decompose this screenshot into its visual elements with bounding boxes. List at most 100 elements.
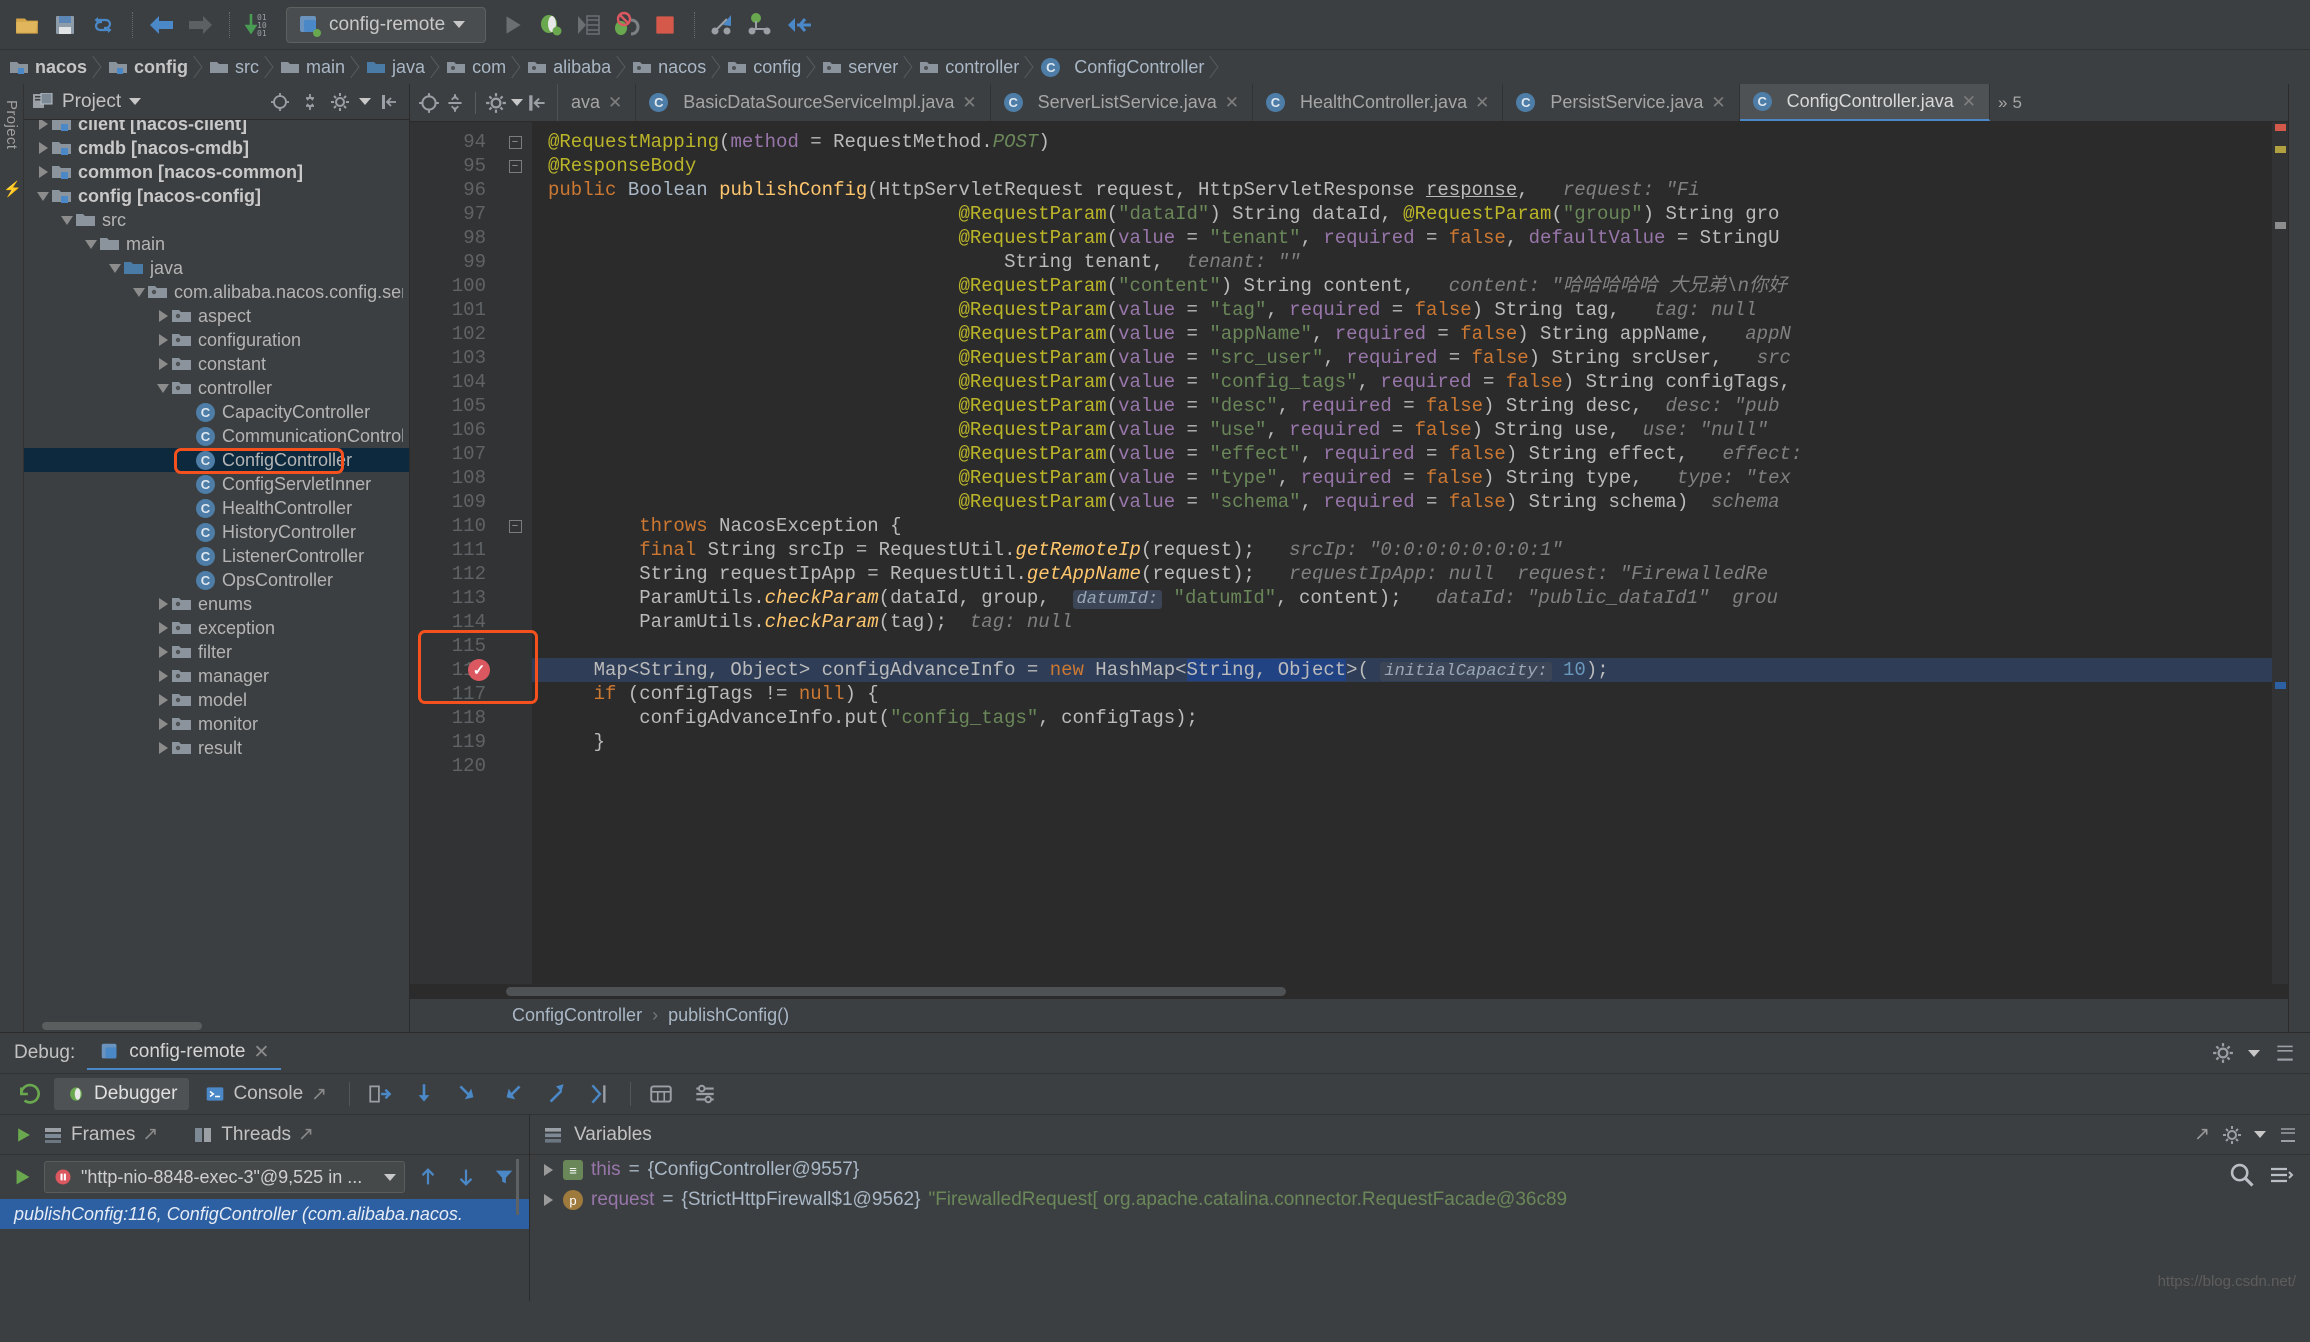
code-line[interactable]: @RequestMapping(method = RequestMethod.P…: [532, 130, 2272, 154]
code-line[interactable]: @RequestParam(value = "config_tags", req…: [532, 370, 2272, 394]
chevron-down-icon[interactable]: [129, 98, 142, 105]
code-line[interactable]: @RequestParam(value = "appName", require…: [532, 322, 2272, 346]
breadcrumb-item-alibaba[interactable]: alibaba: [518, 50, 623, 84]
close-icon[interactable]: ✕: [253, 1041, 269, 1064]
frames-tab[interactable]: Frames ↗: [44, 1123, 158, 1146]
expand-triangle-icon[interactable]: [34, 120, 52, 133]
tree-item-manager[interactable]: manager: [24, 664, 409, 688]
locate-icon-2[interactable]: [418, 92, 440, 114]
line-number[interactable]: 105: [410, 394, 498, 418]
line-number[interactable]: 120: [410, 754, 498, 778]
expand-triangle-icon[interactable]: [154, 691, 172, 709]
line-number[interactable]: 96: [410, 178, 498, 202]
code-line[interactable]: configAdvanceInfo.put("config_tags", con…: [532, 706, 2272, 730]
expand-triangle-icon[interactable]: [154, 595, 172, 613]
collapse-all-icon[interactable]: [299, 91, 321, 113]
coverage-icon[interactable]: [572, 8, 606, 42]
gear-icon-2[interactable]: [485, 92, 507, 114]
tree-item-config-nacos-config-[interactable]: config [nacos-config]: [24, 184, 409, 208]
breadcrumb-item-src[interactable]: src: [200, 50, 271, 84]
breadcrumb-item-java[interactable]: java: [357, 50, 437, 84]
show-execution-point-icon[interactable]: [360, 1081, 400, 1107]
variable-row-this[interactable]: ≡ this = {ConfigController@9557}: [530, 1155, 2310, 1185]
close-icon[interactable]: ✕: [1225, 93, 1239, 113]
detach-icon-4[interactable]: ↗: [2194, 1123, 2210, 1146]
line-number[interactable]: 113: [410, 586, 498, 610]
collapse-triangle-icon[interactable]: [34, 187, 52, 205]
tab-console[interactable]: Console ↗: [193, 1078, 339, 1111]
line-number[interactable]: 104: [410, 370, 498, 394]
debug-session-tab[interactable]: config-remote ✕: [87, 1037, 282, 1070]
line-number[interactable]: 100: [410, 274, 498, 298]
back-icon[interactable]: [145, 8, 179, 42]
save-all-icon[interactable]: [48, 8, 82, 42]
run-small-icon[interactable]: [14, 1125, 34, 1145]
gear-icon-4[interactable]: [2222, 1125, 2242, 1145]
gear-icon[interactable]: [329, 91, 351, 113]
code-line[interactable]: String requestIpApp = RequestUtil.getApp…: [532, 562, 2272, 586]
line-number[interactable]: 97: [410, 202, 498, 226]
collapse-triangle-icon[interactable]: [106, 259, 124, 277]
breadcrumb-item-config-pkg[interactable]: config: [718, 50, 813, 84]
tree-item-listenercontroller[interactable]: C ListenerController: [24, 544, 409, 568]
force-step-into-icon[interactable]: [492, 1081, 532, 1107]
collapse-all-icon-2[interactable]: [444, 92, 466, 114]
code-line[interactable]: @RequestParam(value = "desc", required =…: [532, 394, 2272, 418]
breakpoint-verified-icon[interactable]: ✓: [468, 659, 490, 681]
variable-row-request[interactable]: p request = {StrictHttpFirewall$1@9562} …: [530, 1185, 2310, 1215]
code-line[interactable]: }: [532, 730, 2272, 754]
project-stripe-label[interactable]: Project: [3, 100, 20, 150]
chevron-down-icon[interactable]: [453, 21, 466, 28]
tree-item-filter[interactable]: filter: [24, 640, 409, 664]
editor-breadcrumb-class[interactable]: ConfigController: [512, 1005, 642, 1026]
collapse-triangle-icon[interactable]: [82, 235, 100, 253]
stop-icon[interactable]: [648, 8, 682, 42]
compile-icon[interactable]: 01 10 01: [242, 8, 276, 42]
editor-tab-serverlistservice[interactable]: C ServerListService.java ✕: [991, 84, 1253, 121]
tree-item-cmdb-nacos-cmdb-[interactable]: cmdb [nacos-cmdb]: [24, 136, 409, 160]
line-number[interactable]: 101: [410, 298, 498, 322]
collapse-triangle-icon[interactable]: [58, 211, 76, 229]
line-number[interactable]: 108: [410, 466, 498, 490]
tree-item-src[interactable]: src: [24, 208, 409, 232]
thread-selector[interactable]: "http-nio-8848-exec-3"@9,525 in ...: [44, 1161, 405, 1193]
line-number[interactable]: 106: [410, 418, 498, 442]
code-line[interactable]: ParamUtils.checkParam(tag); tag: null: [532, 610, 2272, 634]
tree-item-common-nacos-common-[interactable]: common [nacos-common]: [24, 160, 409, 184]
editor-tab-healthcontroller[interactable]: C HealthController.java ✕: [1253, 84, 1504, 121]
code-line[interactable]: String tenant, tenant: "": [532, 250, 2272, 274]
gear-icon-3[interactable]: [2212, 1042, 2234, 1064]
breadcrumb-item-config[interactable]: config: [99, 50, 200, 84]
marker-column[interactable]: [2272, 122, 2288, 984]
expand-triangle-icon[interactable]: [154, 715, 172, 733]
code-editor[interactable]: 94 95 96 97 98 99 100 101 102 103 104 105 106 107 108 1…: [410, 122, 2288, 984]
code-line[interactable]: [532, 754, 2272, 778]
expand-triangle-icon[interactable]: [154, 739, 172, 757]
line-number-gutter[interactable]: 94 95 96 97 98 99 100 101 102 103 104 105 106 107 108 1…: [410, 122, 498, 984]
step-over-icon[interactable]: [745, 8, 779, 42]
editor-tabs-overflow[interactable]: » 5: [1990, 84, 2030, 121]
detach-icon[interactable]: ↗: [311, 1083, 327, 1106]
line-number[interactable]: 115: [410, 634, 498, 658]
code-line-execution[interactable]: Map<String, Object> configAdvanceInfo = …: [532, 658, 2272, 682]
chevron-down-icon-3[interactable]: [511, 99, 523, 106]
line-number[interactable]: 98: [410, 226, 498, 250]
fold-marker[interactable]: −: [498, 154, 532, 178]
run-icon[interactable]: [496, 8, 530, 42]
tree-item-configservletinner[interactable]: C ConfigServletInner: [24, 472, 409, 496]
run-configuration-selector[interactable]: config-remote: [286, 6, 486, 43]
line-number[interactable]: 119: [410, 730, 498, 754]
expand-triangle-icon[interactable]: [34, 139, 52, 157]
expand-triangle-icon[interactable]: [154, 331, 172, 349]
forward-icon[interactable]: [183, 8, 217, 42]
code-content[interactable]: @RequestMapping(method = RequestMethod.P…: [532, 122, 2272, 984]
tree-item-communicationcontroller[interactable]: C CommunicationController: [24, 424, 409, 448]
code-line[interactable]: @RequestParam(value = "tag", required = …: [532, 298, 2272, 322]
line-number[interactable]: 102: [410, 322, 498, 346]
close-icon[interactable]: ✕: [608, 93, 622, 113]
chevron-down-icon-4[interactable]: [2248, 1049, 2260, 1057]
editor-tab-0[interactable]: ava ✕: [558, 84, 637, 121]
arrow-down-icon[interactable]: [451, 1166, 481, 1188]
code-line[interactable]: @RequestParam(value = "src_user", requir…: [532, 346, 2272, 370]
line-number[interactable]: 110: [410, 514, 498, 538]
